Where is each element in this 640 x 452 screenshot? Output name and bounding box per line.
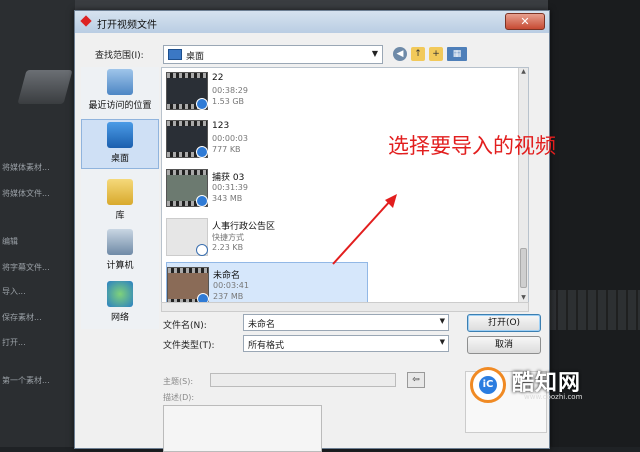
place-label: 库 [115,211,125,221]
filename-value: 未命名 [248,320,276,330]
dialog-title: 打开视频文件 [97,20,157,31]
file-type: 快捷方式 [212,233,244,242]
file-size: 2.23 KB [212,243,244,252]
file-duration: 00:31:39 [212,183,248,192]
horizontal-scrollbar[interactable] [161,302,529,312]
video-badge-icon [196,98,208,110]
cancel-button[interactable]: 取消 [467,336,541,354]
watermark-url: www.coozhi.com [524,393,583,401]
chevron-down-icon[interactable]: ▼ [440,317,445,325]
place-desktop[interactable]: 桌面 [81,119,159,169]
title-bar[interactable]: 打开视频文件 ✕ [75,11,549,33]
file-size: 237 MB [213,292,244,301]
bg-item: 将字幕文件... [2,263,50,272]
lookin-label: 查找范围(I): [95,51,144,61]
file-duration: 00:38:29 [212,86,248,95]
background-left-panel: 将媒体素材... 将媒体文件... 编辑 将字幕文件... 导入... 保存素材… [0,0,75,447]
file-size: 777 KB [212,145,241,154]
filename-combobox[interactable]: 未命名 ▼ [243,314,449,331]
back-icon[interactable]: ◀ [393,47,407,61]
scroll-up-icon[interactable]: ▲ [519,68,528,77]
file-size: 343 MB [212,194,243,203]
description-input[interactable] [163,405,322,452]
app-icon [80,15,92,27]
description-label: 描述(D): [163,393,195,402]
bg-item: 将媒体文件... [2,189,50,198]
file-name: 123 [212,121,230,131]
desktop-folder-icon [168,49,182,60]
bg-item: 保存素材... [2,313,42,322]
bg-item: 第一个素材... [2,376,50,385]
recent-places-icon [107,69,133,95]
view-menu-icon[interactable]: ▦ [447,47,467,61]
coozhi-logo-icon: iC [470,367,506,403]
file-size: 1.53 GB [212,97,245,106]
place-label: 桌面 [110,154,129,164]
open-button[interactable]: 打开(O) [467,314,541,332]
subject-label: 主题(S): [163,377,194,386]
up-folder-icon[interactable]: ↑ [411,47,425,61]
file-name: 捕获 03 [212,173,245,183]
close-button[interactable]: ✕ [505,13,545,30]
places-bar: 最近访问的位置 桌面 库 计算机 网络 [81,67,159,329]
subject-input[interactable] [210,373,396,387]
libraries-icon [107,179,133,205]
arrow-left-icon[interactable]: ⇦ [407,372,425,388]
bg-item: 导入... [2,287,26,296]
chevron-down-icon[interactable]: ▼ [440,338,445,346]
vsp-logo-icon [17,70,73,104]
video-badge-icon [196,195,208,207]
scrollbar-thumb[interactable] [520,248,527,288]
bg-item: 编辑 [2,237,18,246]
desktop-icon [107,122,133,148]
place-label: 网络 [110,313,129,323]
network-icon [107,281,133,307]
file-duration: 00:00:03 [212,134,248,143]
place-label: 计算机 [106,261,134,271]
shortcut-arrow-icon [196,244,208,256]
nav-toolbar: ◀ ↑ + ▦ [393,46,467,62]
filetype-select[interactable]: 所有格式 ▼ [243,335,449,352]
new-folder-icon[interactable]: + [429,47,443,61]
place-network[interactable]: 网络 [81,279,159,329]
file-item[interactable]: 22 00:38:29 1.53 GB [166,68,366,113]
filename-label: 文件名(N): [163,321,207,331]
filetype-value: 所有格式 [248,341,285,351]
red-arrow-icon [332,194,397,265]
video-badge-icon [196,146,208,158]
lookin-value: 桌面 [186,52,205,62]
bg-item: 将媒体素材... [2,163,50,172]
computer-icon [107,229,133,255]
filetype-label: 文件类型(T): [163,341,215,351]
vertical-scrollbar[interactable]: ▲ ▼ [518,68,528,303]
place-computer[interactable]: 计算机 [81,227,159,277]
lookin-dropdown[interactable]: 桌面 ▼ [163,45,383,64]
file-duration: 00:03:41 [213,281,249,290]
file-name: 人事行政公告区 [212,222,276,232]
instruction-annotation: 选择要导入的视频 [388,134,556,158]
file-item[interactable]: 123 00:00:03 777 KB [166,116,366,161]
background-timeline-rail [548,290,640,330]
bg-item: 打开... [2,338,26,347]
place-libraries[interactable]: 库 [81,177,159,227]
file-name: 未命名 [213,271,241,281]
file-name: 22 [212,73,224,83]
watermark: iC 酷知网 www.coozhi.com [470,365,630,405]
chevron-down-icon: ▼ [371,49,378,58]
place-label: 最近访问的位置 [88,101,152,111]
place-recent[interactable]: 最近访问的位置 [81,67,159,117]
